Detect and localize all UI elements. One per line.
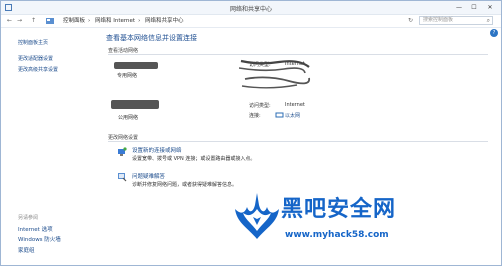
see-also-label: 另请参阅 [18, 215, 39, 221]
active-networks-label: 查看活动网络 [108, 48, 139, 54]
setup-new-connection-link[interactable]: 设置新的连接或网络 [132, 146, 182, 154]
sidebar: 控制面板主页 更改适配器设置 更改高级共享设置 另请参阅 Internet 选项… [1, 28, 99, 265]
window: 网络和共享中心 — ☐ ✕ ← → ↑ 控制面板 › 网络和 Internet › … [0, 0, 502, 266]
address-bar: ← → ↑ 控制面板 › 网络和 Internet › 网络和共享中心 ↻ 搜索控制… [1, 15, 501, 28]
redaction-scribble [239, 59, 311, 89]
divider [108, 54, 488, 55]
new-connection-icon [118, 147, 127, 156]
forward-arrow-icon[interactable]: → [17, 17, 22, 25]
sidebar-link-home[interactable]: 控制面板主页 [18, 39, 48, 46]
network-icon [114, 62, 158, 69]
connection-link-ethernet[interactable]: 以太网 [285, 112, 300, 119]
network-icon [111, 100, 159, 109]
divider [108, 141, 488, 142]
search-input[interactable]: 搜索控制面板 ⌕ [419, 16, 493, 25]
title-bar: 网络和共享中心 — ☐ ✕ [1, 1, 501, 15]
minimize-button[interactable]: — [453, 3, 465, 12]
search-placeholder: 搜索控制面板 [423, 17, 454, 23]
sidebar-link-adapter-settings[interactable]: 更改适配器设置 [18, 55, 53, 62]
help-icon[interactable]: ? [490, 29, 498, 37]
watermark-url: www.myhack58.com [285, 230, 389, 240]
close-button[interactable]: ✕ [484, 3, 496, 12]
sidebar-link-advanced-sharing[interactable]: 更改高级共享设置 [18, 66, 58, 73]
access-type-value: Internet [285, 102, 305, 108]
breadcrumb-item[interactable]: 网络和 Internet [95, 18, 135, 24]
search-icon[interactable]: ⌕ [487, 17, 490, 24]
refresh-icon[interactable]: ↻ [408, 17, 413, 25]
maximize-button[interactable]: ☐ [468, 3, 480, 12]
troubleshoot-link[interactable]: 问题疑难解答 [132, 172, 165, 180]
change-settings-label: 更改网络设置 [108, 135, 139, 141]
access-type-label: 访问类型: [249, 103, 271, 109]
network-name: 专用网络 [117, 73, 138, 79]
network-name: 公用网络 [118, 115, 139, 121]
back-arrow-icon[interactable]: ← [7, 17, 12, 25]
troubleshoot-desc: 诊断并修复网络问题，或者获得疑难解答信息。 [132, 182, 238, 188]
breadcrumb-item[interactable]: 网络和共享中心 [145, 18, 184, 24]
watermark-text: 黑吧安全网 [281, 197, 397, 222]
troubleshoot-icon [118, 173, 127, 182]
sidebar-link-internet-options[interactable]: Internet 选项 [18, 225, 53, 233]
sidebar-link-homegroup[interactable]: 家庭组 [18, 246, 35, 254]
page-title: 查看基本网络信息并设置连接 [106, 34, 197, 42]
connection-label: 连接: [249, 113, 261, 119]
setup-new-connection-desc: 设置宽带、拨号或 VPN 连接；或设置路由器或接入点。 [132, 156, 256, 162]
breadcrumb: 控制面板 › 网络和 Internet › 网络和共享中心 [63, 18, 184, 24]
up-arrow-icon[interactable]: ↑ [31, 17, 36, 25]
window-title: 网络和共享中心 [229, 6, 272, 13]
control-panel-icon [46, 18, 54, 24]
ethernet-icon [275, 112, 284, 118]
sidebar-link-windows-firewall[interactable]: Windows 防火墙 [18, 235, 61, 243]
breadcrumb-item[interactable]: 控制面板 [63, 18, 85, 24]
bat-logo-icon [235, 193, 279, 239]
